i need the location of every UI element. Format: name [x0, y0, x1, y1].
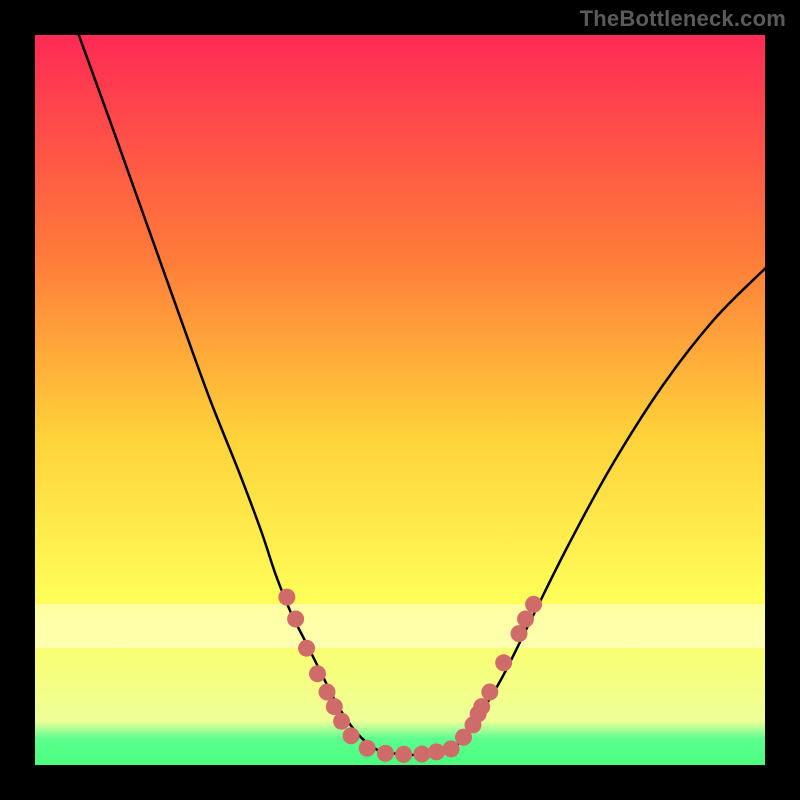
data-marker [326, 698, 343, 715]
data-marker [319, 684, 336, 701]
data-marker [377, 745, 394, 762]
data-marker [443, 740, 460, 757]
data-marker [510, 625, 527, 642]
curve-left [79, 35, 378, 750]
data-marker [413, 746, 430, 763]
data-marker [395, 746, 412, 763]
data-marker [428, 743, 445, 760]
data-marker [287, 611, 304, 628]
data-marker [517, 611, 534, 628]
data-marker [333, 713, 350, 730]
data-marker [525, 596, 542, 613]
data-marker [278, 589, 295, 606]
watermark-text: TheBottleneck.com [580, 6, 786, 32]
data-marker [298, 640, 315, 657]
data-marker [359, 740, 376, 757]
data-marker [343, 727, 360, 744]
curve-right [451, 269, 765, 751]
data-marker [481, 684, 498, 701]
data-marker [309, 665, 326, 682]
plot-area [35, 35, 765, 765]
data-marker [495, 654, 512, 671]
outer-frame: TheBottleneck.com [0, 0, 800, 800]
chart-svg [35, 35, 765, 765]
data-marker [473, 698, 490, 715]
